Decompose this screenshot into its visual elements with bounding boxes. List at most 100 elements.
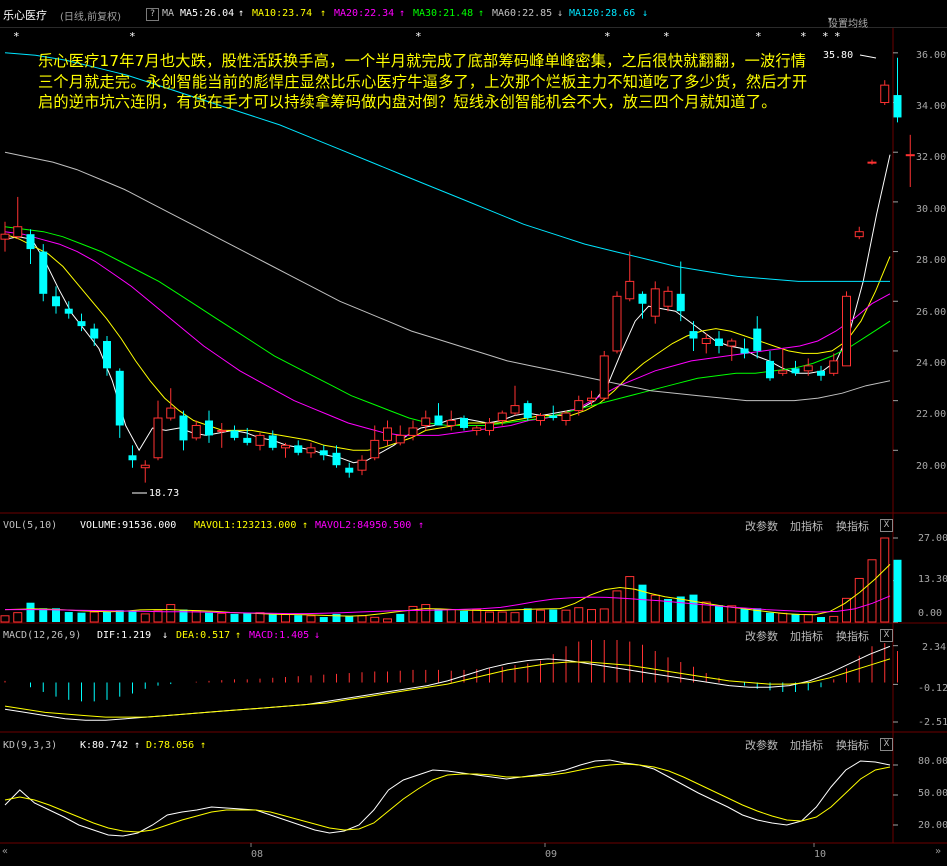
arrow-up-icon: ↑ xyxy=(302,520,309,531)
vol-params-button[interactable]: 改参数 xyxy=(745,518,778,534)
price-tick: 22.00 xyxy=(916,409,947,420)
volume-bar-down xyxy=(39,608,48,622)
price-tick: 20.00 xyxy=(916,461,947,472)
mavol1-value: MAVOL1:123213.000 xyxy=(194,520,297,531)
kd-add-indicator-button[interactable]: 加指标 xyxy=(790,737,823,753)
scroll-left-icon[interactable]: « xyxy=(2,846,8,857)
candle-up xyxy=(842,295,851,367)
volume-bar-down xyxy=(115,610,124,622)
kd-params-button[interactable]: 改参数 xyxy=(745,737,778,753)
volume-bar-down xyxy=(243,612,252,622)
candle-up xyxy=(650,288,660,317)
vol-title: VOL(5,10) xyxy=(3,520,58,531)
candle-up xyxy=(408,427,418,436)
candle-up xyxy=(281,444,290,449)
macd-add-indicator-button[interactable]: 加指标 xyxy=(790,628,823,644)
volume-bar-down xyxy=(817,617,825,622)
macd-tick: -2.51 xyxy=(918,717,947,728)
candle-up xyxy=(612,295,622,352)
volume-bar-down xyxy=(294,615,303,622)
event-star-icon: * xyxy=(604,30,611,43)
candle-up xyxy=(727,340,737,347)
candle-down xyxy=(230,430,239,438)
volume-bar-down xyxy=(64,612,73,622)
macd-switch-indicator-button[interactable]: 换指标 xyxy=(836,628,869,644)
vol-close-icon[interactable]: X xyxy=(880,519,893,532)
price-tick: 26.00 xyxy=(916,307,947,318)
volume-bar-up xyxy=(153,610,163,623)
vol-tick: 13.30 xyxy=(918,574,947,585)
volume-bar-up xyxy=(536,609,545,623)
volume-bar-up xyxy=(561,609,571,623)
volume-bar-down xyxy=(523,608,532,622)
candle-up xyxy=(370,439,380,459)
candle-down xyxy=(294,445,303,453)
volume-bar-up xyxy=(497,611,507,623)
candle-down xyxy=(740,348,749,354)
scroll-right-icon[interactable]: » xyxy=(935,846,941,857)
volume-bar-down xyxy=(689,594,698,622)
candle-up xyxy=(510,405,520,414)
price-tick: 24.00 xyxy=(916,358,947,369)
volume-bar-up xyxy=(650,594,660,623)
candle-down xyxy=(39,251,48,294)
x-tick-08: 08 xyxy=(251,849,264,860)
candle-down xyxy=(791,368,800,374)
volume-bar-up xyxy=(854,577,864,623)
candle-up xyxy=(663,290,673,307)
candle-up xyxy=(191,424,201,439)
volume-bar-down xyxy=(319,617,328,622)
candle-up xyxy=(446,420,456,426)
macd-close-icon[interactable]: X xyxy=(880,629,893,642)
volume-bar-up xyxy=(408,605,418,623)
price-tick: 36.00 xyxy=(916,50,947,61)
price-tick: 34.00 xyxy=(916,101,947,112)
candle-down xyxy=(52,296,60,307)
macd-title: MACD(12,26,9) xyxy=(3,630,82,641)
candle-up xyxy=(485,422,494,431)
d-value: D:78.056 xyxy=(146,740,195,751)
volume-bar-down xyxy=(766,612,774,622)
vol-add-indicator-button[interactable]: 加指标 xyxy=(790,518,823,534)
volume-bar-down xyxy=(345,615,354,622)
candle-up xyxy=(153,417,163,459)
candle-up xyxy=(701,338,711,344)
volume-bar-down xyxy=(676,596,685,622)
volume-bar-down xyxy=(740,608,749,622)
event-star-icon: * xyxy=(834,30,841,43)
candle-down xyxy=(549,415,558,419)
kd-tick: 50.00 xyxy=(918,788,947,799)
vol-switch-indicator-button[interactable]: 换指标 xyxy=(836,518,869,534)
dea-value: DEA:0.517 xyxy=(176,630,231,641)
event-star-icon: * xyxy=(822,30,829,43)
max-price-label: 35.80 xyxy=(823,50,854,61)
candle-up xyxy=(778,370,788,374)
volume-bar-down xyxy=(893,559,902,622)
volume-bar-up xyxy=(803,614,813,623)
candle-up xyxy=(880,84,890,104)
candle-up xyxy=(803,365,813,372)
kd-close-icon[interactable]: X xyxy=(880,738,893,751)
volume-bar-down xyxy=(103,611,111,622)
ma-line-ma5 xyxy=(4,154,891,464)
candle-up xyxy=(829,360,839,374)
volume-bar-down xyxy=(434,608,443,622)
candle-down xyxy=(179,415,188,441)
candle-down xyxy=(90,328,99,339)
volume-bar-up xyxy=(612,590,622,623)
arrow-up-icon: ↑ xyxy=(418,520,425,531)
event-star-icon: * xyxy=(663,30,670,43)
candle-down xyxy=(766,360,774,379)
candle-up xyxy=(0,233,10,240)
macd-params-button[interactable]: 改参数 xyxy=(745,628,778,644)
volume-bar-up xyxy=(383,618,392,623)
volume-bar-up xyxy=(472,609,482,623)
volume-bar-down xyxy=(230,613,239,622)
candle-up xyxy=(561,412,571,422)
candle-down xyxy=(332,452,341,466)
macd-tick: 2.34 xyxy=(922,642,947,653)
volume-bar-up xyxy=(89,611,99,623)
volume-bar-up xyxy=(587,609,596,623)
kd-switch-indicator-button[interactable]: 换指标 xyxy=(836,737,869,753)
candle-up xyxy=(536,415,545,422)
